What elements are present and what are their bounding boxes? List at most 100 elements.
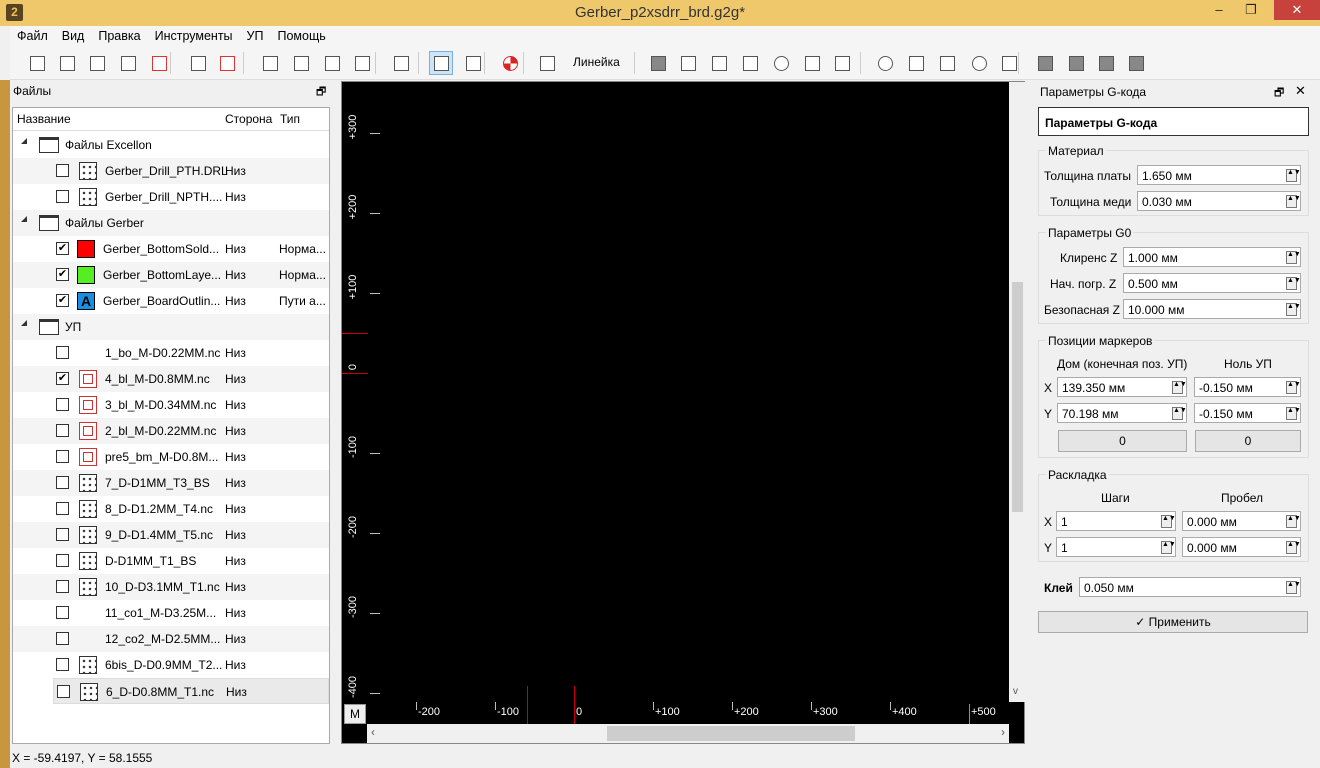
profile-tool-icon[interactable] [646, 51, 670, 75]
expand-arrow-icon[interactable] [21, 320, 27, 326]
vertical-scroll-thumb[interactable] [1012, 282, 1023, 512]
tree-item[interactable]: ✔ Gerber_BottomLaye... Низ Норма... [13, 262, 329, 288]
zero-y-input[interactable]: -0.150 мм ▲▼ [1194, 403, 1301, 423]
rectangle-icon[interactable] [904, 51, 928, 75]
tree-item[interactable]: ✔ Gerber_BottomSold... Низ Норма... [13, 236, 329, 262]
zoom-in-icon[interactable] [320, 51, 344, 75]
float-panel-icon[interactable]: 🗗 [316, 83, 326, 102]
menu-help[interactable]: Помощь [270, 26, 332, 46]
copper-thickness-input[interactable]: 0.030 мм ▲▼ [1137, 191, 1301, 211]
marker-icon[interactable] [498, 51, 522, 75]
pocket-tool-icon[interactable] [676, 51, 700, 75]
minimize-button[interactable]: – [1204, 0, 1234, 20]
visibility-checkbox[interactable] [56, 502, 69, 515]
maximize-button[interactable]: ❐ [1236, 0, 1266, 20]
visibility-checkbox[interactable]: ✔ [56, 372, 69, 385]
close-button[interactable]: ✕ [1274, 0, 1320, 20]
glue-input[interactable]: 0.050 мм ▲▼ [1079, 577, 1301, 597]
visibility-checkbox[interactable] [56, 606, 69, 619]
line-icon[interactable] [935, 51, 959, 75]
home-y-input[interactable]: 70.198 мм ▲▼ [1057, 403, 1187, 423]
zoom-fit-icon[interactable] [258, 51, 282, 75]
tree-item[interactable]: 8_D-D1.2MM_T4.nc Низ [13, 496, 329, 522]
visibility-checkbox[interactable] [56, 164, 69, 177]
visibility-checkbox[interactable] [56, 190, 69, 203]
menu-tools[interactable]: Инструменты [148, 26, 240, 46]
tree-group[interactable]: Файлы Excellon [13, 132, 329, 158]
visibility-checkbox[interactable]: ✔ [56, 294, 69, 307]
vertical-scrollbar[interactable]: v [1009, 82, 1025, 702]
tree-group[interactable]: УП [13, 314, 329, 340]
offset-tool-icon[interactable] [707, 51, 731, 75]
tree-item[interactable]: D-D1MM_T1_BS Низ [13, 548, 329, 574]
steps-y-input[interactable]: 1 ▲▼ [1056, 537, 1176, 557]
close-panel-icon[interactable]: ✕ [1295, 83, 1306, 99]
steps-x-input[interactable]: 1 ▲▼ [1056, 511, 1176, 531]
tree-item[interactable]: Gerber_Drill_PTH.DRL Низ [13, 158, 329, 184]
visibility-checkbox[interactable] [56, 658, 69, 671]
zoom-selection-icon[interactable] [389, 51, 413, 75]
home-reset-button[interactable]: 0 [1058, 430, 1187, 452]
apply-button[interactable]: ✓ Применить [1038, 611, 1308, 633]
tree-item[interactable]: 2_bl_M-D0.22MM.nc Низ [13, 418, 329, 444]
tree-item[interactable]: 3_bl_M-D0.34MM.nc Низ [13, 392, 329, 418]
tree-item[interactable]: 6_D-D0.8MM_T1.nc Низ [53, 678, 329, 704]
float-panel-icon[interactable]: 🗗 [1274, 84, 1284, 103]
zoom-100-icon[interactable] [289, 51, 313, 75]
visibility-checkbox[interactable] [56, 476, 69, 489]
tree-item[interactable]: ✔ A Gerber_BoardOutlin... Низ Пути а... [13, 288, 329, 314]
voronoi-tool-icon[interactable] [738, 51, 762, 75]
thermal-tool-icon[interactable] [769, 51, 793, 75]
new-project-icon[interactable] [25, 51, 49, 75]
safe-z-input[interactable]: 10.000 мм ▲▼ [1123, 299, 1301, 319]
m-button[interactable]: M [344, 704, 366, 724]
tree-item[interactable]: 12_co2_M-D2.5MM... Низ [13, 626, 329, 652]
tree-item[interactable]: Gerber_Drill_NPTH.... Низ [13, 184, 329, 210]
tree-item[interactable]: 7_D-D1MM_T3_BS Низ [13, 470, 329, 496]
drill-tool-icon[interactable] [800, 51, 824, 75]
visibility-checkbox[interactable] [56, 346, 69, 359]
visibility-checkbox[interactable] [56, 424, 69, 437]
visibility-checkbox[interactable] [56, 580, 69, 593]
union-icon[interactable] [1033, 51, 1057, 75]
plunge-z-input[interactable]: 0.500 мм ▲▼ [1123, 273, 1301, 293]
close-file-icon[interactable] [147, 51, 171, 75]
difference-icon[interactable] [1064, 51, 1088, 75]
visibility-checkbox[interactable] [56, 554, 69, 567]
home-x-input[interactable]: 139.350 мм ▲▼ [1057, 377, 1187, 397]
menu-gcode[interactable]: УП [240, 26, 271, 46]
pocket-raster-icon[interactable] [830, 51, 854, 75]
zoom-out-icon[interactable] [350, 51, 374, 75]
tree-item[interactable]: ✔ 4_bl_M-D0.8MM.nc Низ [13, 366, 329, 392]
clearance-z-input[interactable]: 1.000 мм ▲▼ [1123, 247, 1301, 267]
expand-arrow-icon[interactable] [21, 138, 27, 144]
visibility-checkbox[interactable]: ✔ [56, 268, 69, 281]
column-side[interactable]: Сторона [225, 112, 272, 126]
scroll-right-icon[interactable]: › [1001, 725, 1005, 739]
gap-x-input[interactable]: 0.000 мм ▲▼ [1182, 511, 1301, 531]
tree-group[interactable]: Файлы Gerber [13, 210, 329, 236]
ruler-button[interactable]: Линейка [573, 55, 620, 69]
column-type[interactable]: Тип [280, 112, 300, 126]
column-name[interactable]: Название [17, 112, 71, 126]
scroll-down-icon[interactable]: v [1013, 686, 1018, 697]
visibility-checkbox[interactable]: ✔ [56, 242, 69, 255]
gcode-properties-icon[interactable] [461, 51, 485, 75]
gcode-preview-icon[interactable] [429, 51, 453, 75]
tree-item[interactable]: 1_bo_M-D0.22MM.nc Низ [13, 340, 329, 366]
horizontal-scrollbar[interactable]: ‹ › [367, 724, 1009, 743]
menu-view[interactable]: Вид [55, 26, 92, 46]
expand-arrow-icon[interactable] [21, 216, 27, 222]
xor-icon[interactable] [1124, 51, 1148, 75]
zero-reset-button[interactable]: 0 [1195, 430, 1301, 452]
board-thickness-input[interactable]: 1.650 мм ▲▼ [1137, 165, 1301, 185]
open-icon[interactable] [55, 51, 79, 75]
pcb-canvas[interactable]: M ‹ › v +300 +200 +100 0 -100 -200 -300 -400 -200… [341, 81, 1025, 744]
snap-icon[interactable] [535, 51, 559, 75]
scroll-left-icon[interactable]: ‹ [371, 725, 375, 739]
visibility-checkbox[interactable] [56, 632, 69, 645]
save-icon[interactable] [85, 51, 109, 75]
save-as-icon[interactable] [116, 51, 140, 75]
visibility-checkbox[interactable] [56, 398, 69, 411]
export-pdf-icon[interactable] [215, 51, 239, 75]
